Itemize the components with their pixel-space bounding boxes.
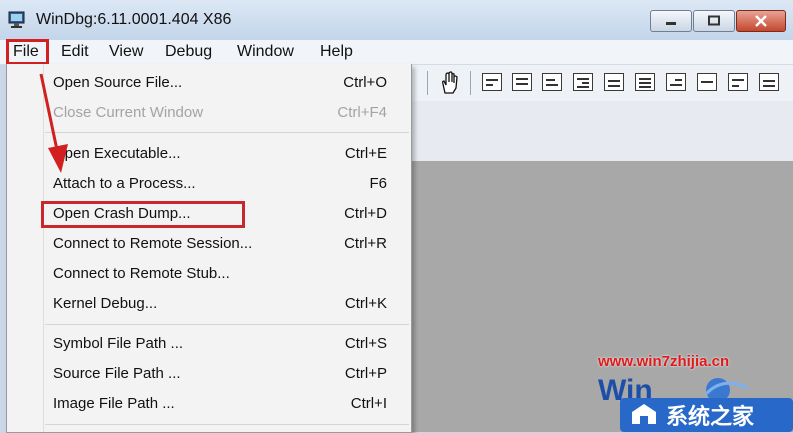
title-bar: WinDbg:6.11.0001.404 X86 (0, 0, 793, 41)
toolbar (410, 65, 793, 102)
menu-item-source-file-path[interactable]: Source File Path ... Ctrl+P (7, 359, 411, 389)
disassembly-window-icon[interactable] (666, 73, 686, 91)
memory-window-icon[interactable] (604, 73, 624, 91)
menu-help[interactable]: Help (320, 43, 353, 61)
menu-item-open-executable[interactable]: Open Executable... Ctrl+E (7, 139, 411, 169)
menu-item-connect-remote-stub[interactable]: Connect to Remote Stub... (7, 259, 411, 289)
menu-item-symbol-file-path[interactable]: Symbol File Path ... Ctrl+S (7, 329, 411, 359)
scratch-pad-icon[interactable] (697, 73, 717, 91)
menu-item-open-source-file[interactable]: Open Source File... Ctrl+O (7, 68, 411, 98)
font-icon[interactable] (759, 73, 779, 91)
menu-item-image-file-path[interactable]: Image File Path ... Ctrl+I (7, 389, 411, 419)
client-area-header (410, 101, 793, 161)
watermark-logo: Win 系统之家 (598, 374, 793, 432)
watch-window-icon[interactable] (512, 73, 532, 91)
crash-dump-highlight-box (41, 201, 245, 228)
hand-icon[interactable] (438, 71, 460, 95)
minimize-button[interactable] (650, 10, 692, 32)
window-title: WinDbg:6.11.0001.404 X86 (36, 11, 232, 28)
toolbar-separator (427, 71, 428, 95)
menu-edit[interactable]: Edit (61, 43, 89, 61)
file-menu-highlight-box (6, 39, 49, 65)
call-stack-window-icon[interactable] (635, 73, 655, 91)
menu-bar: File Edit View Debug Window Help (0, 40, 793, 65)
menu-item-attach-to-process[interactable]: Attach to a Process... F6 (7, 169, 411, 199)
menu-separator (45, 324, 409, 325)
menu-item-close-current-window: Close Current Window Ctrl+F4 (53, 104, 387, 121)
menu-separator (45, 424, 409, 425)
watermark-url: www.win7zhijia.cn (598, 353, 730, 370)
menu-window[interactable]: Window (237, 43, 294, 61)
maximize-button[interactable] (693, 10, 735, 32)
menu-view[interactable]: View (109, 43, 143, 61)
processes-threads-icon[interactable] (728, 73, 748, 91)
menu-separator (45, 132, 409, 133)
menu-item-connect-remote-session[interactable]: Connect to Remote Session... Ctrl+R (7, 229, 411, 259)
menu-item-kernel-debug[interactable]: Kernel Debug... Ctrl+K (7, 289, 411, 319)
close-icon (755, 15, 767, 27)
file-menu-dropdown: Open Source File... Ctrl+O Close Current… (6, 64, 412, 433)
minimize-icon (666, 22, 676, 25)
menu-debug[interactable]: Debug (165, 43, 212, 61)
locals-window-icon[interactable] (542, 73, 562, 91)
windbg-app-icon (8, 11, 25, 28)
maximize-icon (708, 15, 720, 26)
close-button[interactable] (736, 10, 786, 32)
command-window-icon[interactable] (482, 73, 502, 91)
watermark-brand: 系统之家 (666, 404, 755, 430)
registers-window-icon[interactable] (573, 73, 593, 91)
toolbar-separator (470, 71, 471, 95)
